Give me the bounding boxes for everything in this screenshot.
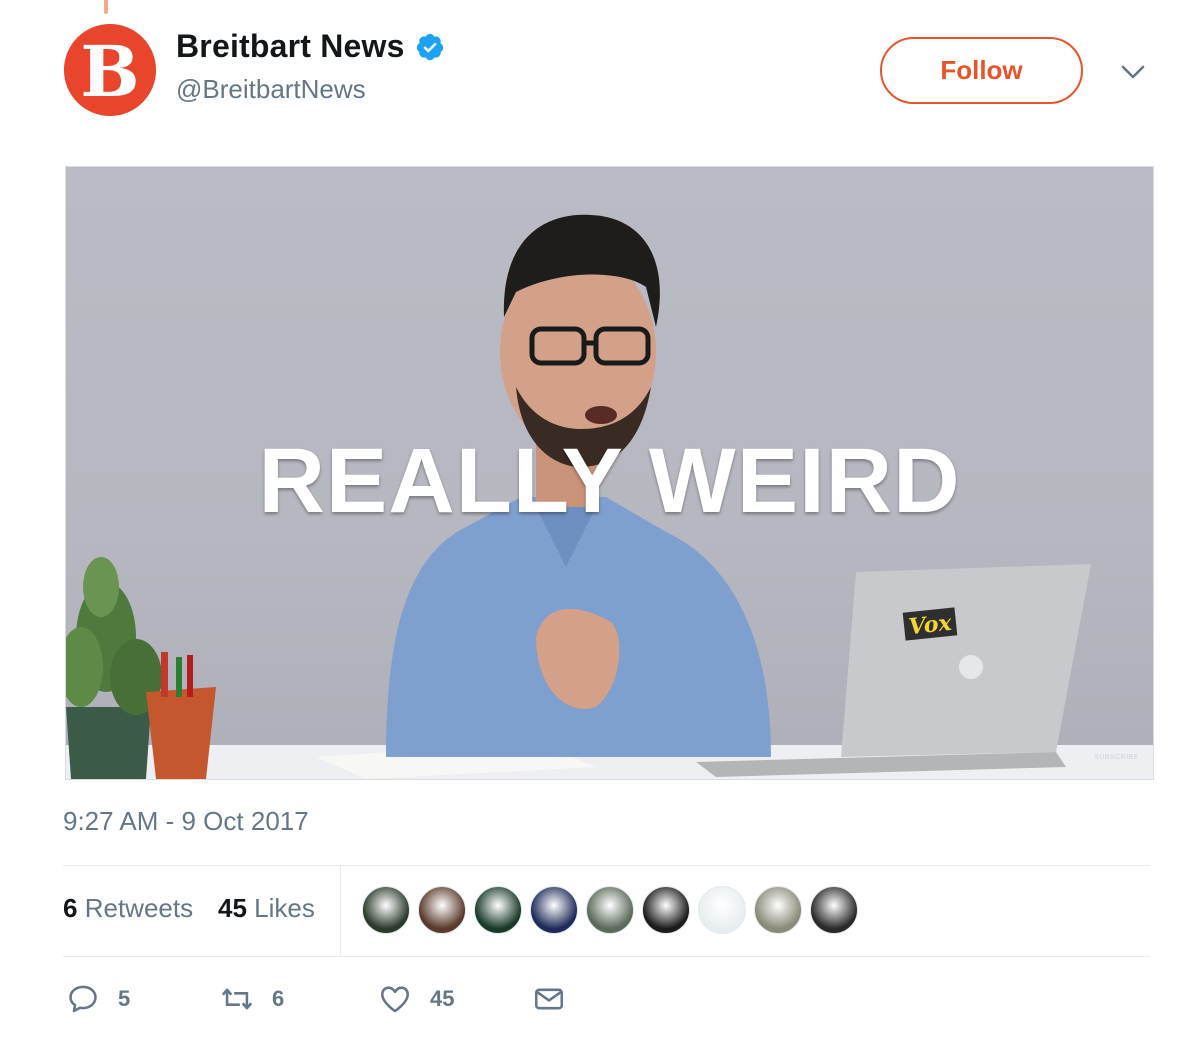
breitbart-logo-icon: B <box>64 24 156 116</box>
retweets-count: 6 <box>63 893 78 923</box>
svg-text:B: B <box>80 30 139 113</box>
envelope-icon <box>534 988 564 1010</box>
likes-stat[interactable]: 45 Likes <box>218 893 315 924</box>
liker-avatars <box>362 886 866 934</box>
heart-icon <box>380 986 410 1013</box>
liker-avatar[interactable] <box>810 886 858 934</box>
like-count: 45 <box>430 986 455 1011</box>
follow-button[interactable]: Follow <box>880 37 1083 104</box>
verified-badge-icon <box>416 33 443 60</box>
tweet-timestamp[interactable]: 9:27 AM - 9 Oct 2017 <box>63 806 309 837</box>
retweet-icon <box>221 988 253 1010</box>
divider-bottom <box>63 956 1150 957</box>
retweets-label: Retweets <box>84 893 194 923</box>
marker <box>187 655 193 697</box>
liker-avatar[interactable] <box>530 886 578 934</box>
top-accent-stub <box>104 0 108 14</box>
author-name-row: Breitbart News <box>176 28 445 65</box>
liker-avatar[interactable] <box>754 886 802 934</box>
video-watermark: SUBSCRIBE <box>1094 754 1139 761</box>
plant-pot <box>66 707 151 779</box>
tweet-media-image[interactable]: Vox REALLY WEIRD SUBSCRIBE <box>65 166 1154 780</box>
retweet-button[interactable]: 6 <box>220 982 284 1016</box>
reply-count: 5 <box>118 986 131 1011</box>
author-display-name[interactable]: Breitbart News <box>176 28 405 65</box>
liker-avatar[interactable] <box>362 886 410 934</box>
liker-avatar[interactable] <box>698 886 746 934</box>
liker-avatar[interactable] <box>474 886 522 934</box>
reply-icon <box>69 985 97 1013</box>
chevron-down-icon[interactable] <box>1118 60 1148 84</box>
author-avatar[interactable]: B <box>64 24 156 116</box>
direct-message-button[interactable] <box>532 982 566 1016</box>
author-handle[interactable]: @BreitbartNews <box>176 74 366 105</box>
liker-avatar[interactable] <box>586 886 634 934</box>
retweet-count: 6 <box>272 986 285 1011</box>
like-button[interactable]: 45 <box>378 982 454 1016</box>
liker-avatar[interactable] <box>642 886 690 934</box>
retweets-stat[interactable]: 6 Retweets <box>63 893 193 924</box>
divider-top <box>63 865 1150 866</box>
liker-avatar[interactable] <box>418 886 466 934</box>
vox-sticker: Vox <box>907 610 953 640</box>
succulent-plant <box>66 557 162 715</box>
video-caption: REALLY WEIRD <box>258 430 961 532</box>
marker <box>161 652 168 697</box>
pencil-cup <box>146 687 216 779</box>
likes-count: 45 <box>218 893 247 923</box>
reply-button[interactable]: 5 <box>66 982 130 1016</box>
likes-label: Likes <box>254 893 315 923</box>
marker <box>176 657 182 697</box>
stats-divider <box>340 866 341 956</box>
person-mouth <box>585 406 617 424</box>
